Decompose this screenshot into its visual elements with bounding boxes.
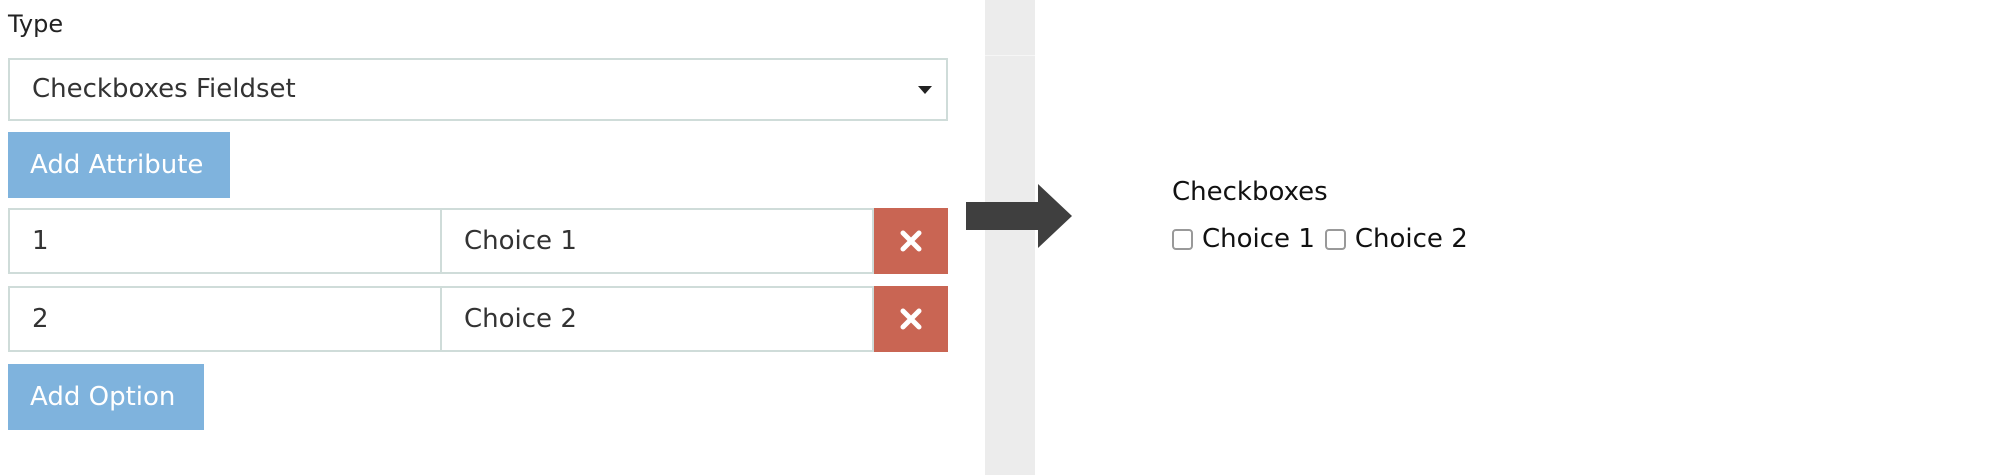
add-option-button[interactable]: Add Option bbox=[8, 364, 204, 430]
close-icon bbox=[900, 230, 922, 252]
divider-line bbox=[985, 55, 1035, 56]
preview-option[interactable]: Choice 2 bbox=[1324, 224, 1468, 254]
type-select-value: Checkboxes Fieldset bbox=[32, 74, 296, 104]
type-label: Type bbox=[8, 10, 64, 38]
preview-option-label: Choice 2 bbox=[1354, 224, 1468, 254]
option-key-input[interactable]: 1 bbox=[8, 208, 442, 274]
form-preview: Checkboxes Choice 1 Choice 2 bbox=[1172, 174, 1478, 254]
remove-option-button[interactable] bbox=[874, 208, 948, 274]
add-attribute-button[interactable]: Add Attribute bbox=[8, 132, 230, 198]
option-row: 2 Choice 2 bbox=[8, 286, 948, 352]
option-row: 1 Choice 1 bbox=[8, 208, 948, 274]
preview-checkbox[interactable] bbox=[1172, 228, 1193, 250]
option-key-input[interactable]: 2 bbox=[8, 286, 442, 352]
type-select[interactable]: Checkboxes Fieldset bbox=[8, 58, 948, 121]
caret-down-icon bbox=[918, 86, 932, 94]
preview-checkbox[interactable] bbox=[1324, 228, 1346, 250]
option-value-input[interactable]: Choice 2 bbox=[440, 286, 874, 352]
arrow-right-icon bbox=[966, 184, 1072, 248]
remove-option-button[interactable] bbox=[874, 286, 948, 352]
field-editor: Type Checkboxes Fieldset Add Attribute 1… bbox=[0, 0, 985, 475]
close-icon bbox=[900, 308, 922, 330]
option-value-input[interactable]: Choice 1 bbox=[440, 208, 874, 274]
preview-fieldset-title: Checkboxes bbox=[1172, 177, 1328, 207]
preview-options: Choice 1 Choice 2 bbox=[1172, 224, 1478, 254]
preview-option[interactable]: Choice 1 bbox=[1172, 224, 1315, 254]
preview-option-label: Choice 1 bbox=[1202, 224, 1315, 254]
